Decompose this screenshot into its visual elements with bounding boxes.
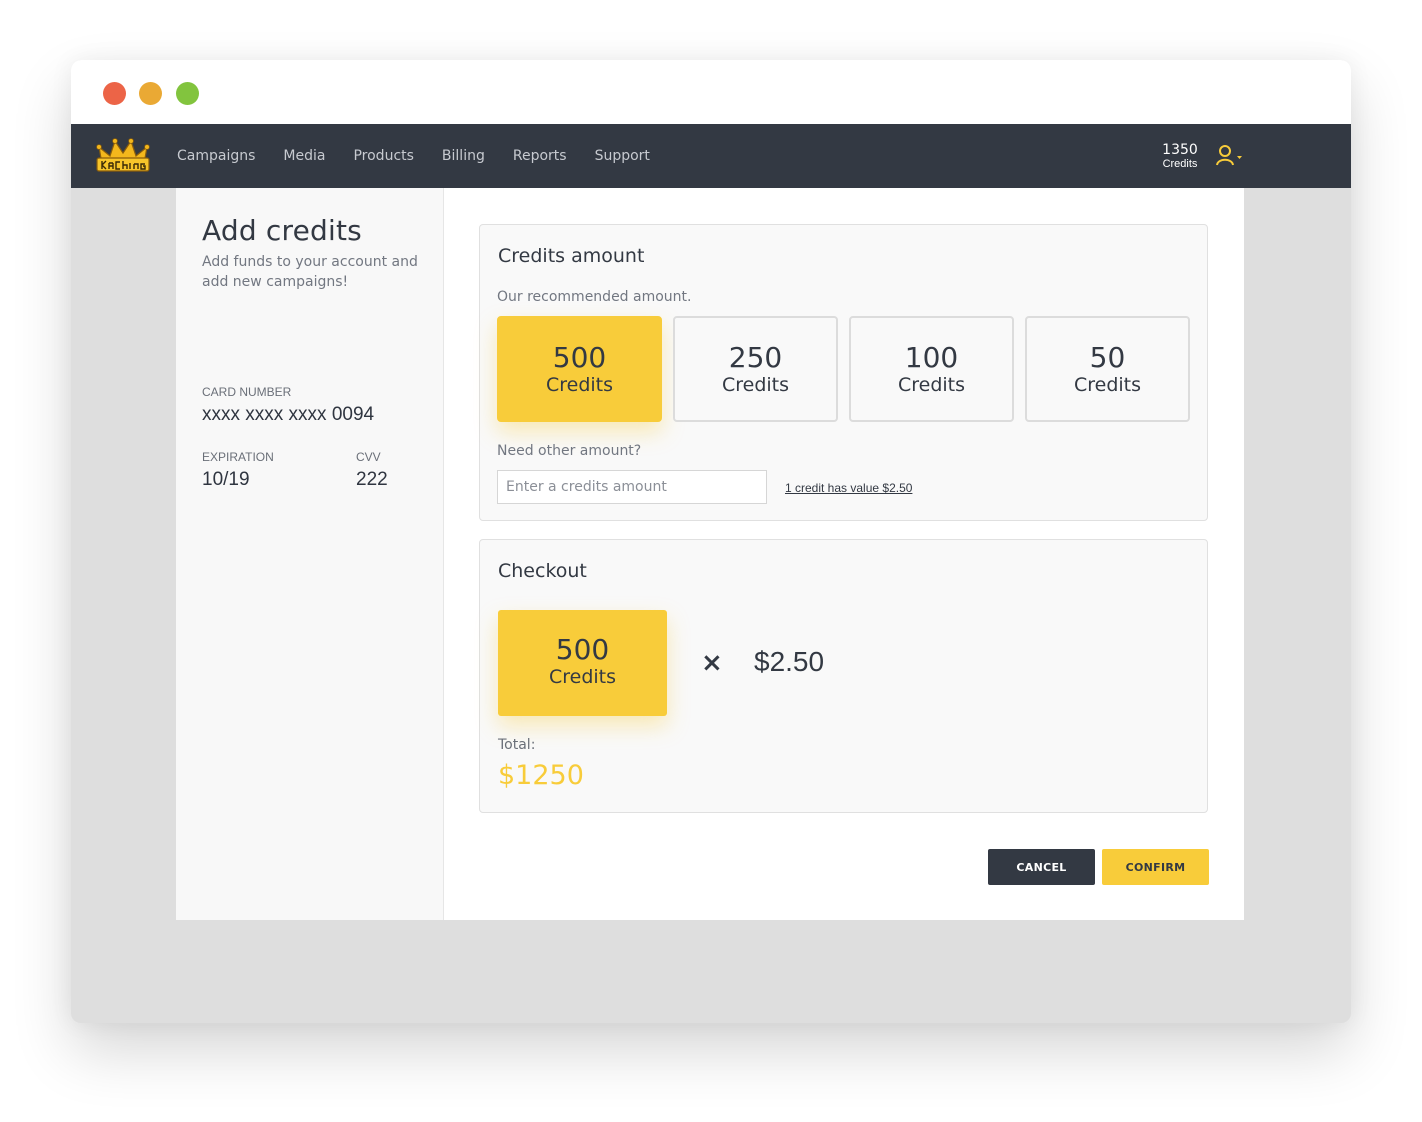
checkout-credits-amount: 500: [555, 633, 610, 666]
card-number-label: CARD NUMBER: [202, 385, 292, 399]
total-value: $1250: [498, 760, 584, 791]
checkout-panel: Checkout 500 Credits × $2.50 Total: $125…: [479, 539, 1208, 813]
sidebar: Add credits Add funds to your account an…: [176, 188, 444, 920]
recommended-hint: Our recommended amount.: [497, 289, 692, 305]
checkout-title: Checkout: [498, 560, 587, 582]
credit-option-amount: 50: [1089, 341, 1126, 374]
credit-option-label: Credits: [1073, 374, 1142, 396]
credits-amount-panel: Credits amount Our recommended amount. 5…: [479, 224, 1208, 521]
main-content: Add credits Add funds to your account an…: [176, 188, 1244, 920]
credits-balance-count: 1350: [1162, 142, 1198, 158]
credit-option-50[interactable]: 50 Credits: [1025, 316, 1190, 422]
cvv-label: CVV: [356, 450, 381, 464]
cvv-value: 222: [356, 469, 388, 490]
page-subtitle: Add funds to your account and add new ca…: [202, 254, 418, 290]
nav-campaigns[interactable]: Campaigns: [177, 148, 255, 164]
chevron-down-icon: [1237, 156, 1242, 159]
credit-option-100[interactable]: 100 Credits: [849, 316, 1014, 422]
multiply-icon: ×: [701, 648, 723, 678]
app-window: Campaigns Media Products Billing Reports…: [71, 60, 1351, 1023]
credits-amount-input[interactable]: [497, 470, 767, 504]
credit-option-label: Credits: [545, 374, 614, 396]
credits-amount-title: Credits amount: [498, 245, 645, 267]
minimize-window-button[interactable]: [139, 82, 162, 105]
credits-balance: 1350 Credits: [1155, 143, 1205, 170]
cancel-button[interactable]: CANCEL: [988, 849, 1095, 885]
card-number: xxxx xxxx xxxx 0094: [202, 404, 375, 425]
user-icon: [1216, 145, 1242, 166]
unit-price: $2.50: [754, 646, 825, 677]
expiration-value: 10/19: [202, 469, 250, 490]
credit-value-link[interactable]: 1 credit has value $2.50: [785, 481, 912, 495]
credit-option-250[interactable]: 250 Credits: [673, 316, 838, 422]
user-menu-button[interactable]: [1215, 144, 1247, 168]
credit-option-amount: 500: [552, 341, 607, 374]
kaching-logo[interactable]: [95, 138, 151, 174]
nav-support[interactable]: Support: [595, 148, 650, 164]
close-window-button[interactable]: [103, 82, 126, 105]
title-bar: [71, 60, 1351, 124]
nav-media[interactable]: Media: [283, 148, 325, 164]
credits-balance-label: Credits: [1162, 158, 1198, 170]
credit-option-amount: 250: [728, 341, 783, 374]
checkout-credits-card: 500 Credits: [498, 610, 667, 716]
nav-reports[interactable]: Reports: [513, 148, 567, 164]
other-amount-label: Need other amount?: [497, 443, 642, 459]
credit-option-amount: 100: [904, 341, 959, 374]
nav-billing[interactable]: Billing: [442, 148, 485, 164]
main-nav: Campaigns Media Products Billing Reports…: [177, 124, 678, 188]
confirm-button[interactable]: CONFIRM: [1102, 849, 1209, 885]
credit-option-label: Credits: [897, 374, 966, 396]
credit-option-label: Credits: [721, 374, 790, 396]
maximize-window-button[interactable]: [176, 82, 199, 105]
checkout-credits-label: Credits: [548, 666, 617, 688]
credit-option-500[interactable]: 500 Credits: [497, 316, 662, 422]
top-navbar: Campaigns Media Products Billing Reports…: [71, 124, 1351, 188]
total-label: Total:: [498, 737, 536, 753]
page-title: Add credits: [202, 214, 362, 247]
nav-products[interactable]: Products: [353, 148, 413, 164]
expiration-label: EXPIRATION: [202, 450, 274, 464]
